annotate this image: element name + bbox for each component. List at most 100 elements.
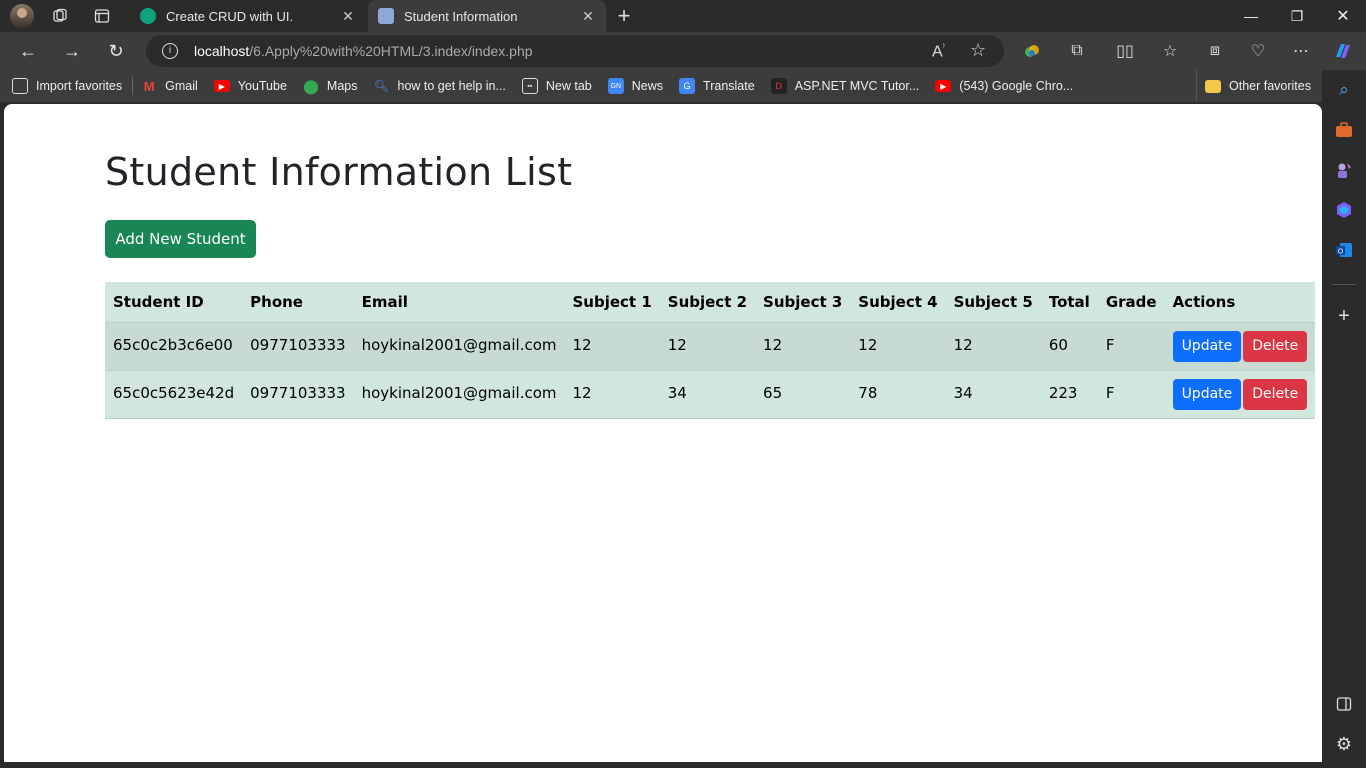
- column-header: Subject 4: [858, 292, 938, 311]
- youtube-icon: ▶: [213, 80, 230, 92]
- subject4-cell: 12: [858, 335, 878, 354]
- favorite-youtube[interactable]: ▶ YouTube: [213, 79, 287, 93]
- favorite-help[interactable]: 🔍︎ how to get help in...: [374, 78, 506, 94]
- url-path: /6.Apply%20with%20HTML/3.index/index.php: [249, 43, 533, 59]
- delete-button[interactable]: Delete: [1243, 330, 1308, 362]
- tab-title: Create CRUD with UI.: [166, 8, 294, 24]
- add-new-student-button[interactable]: Add New Student: [105, 220, 256, 258]
- info-icon[interactable]: i: [162, 43, 178, 59]
- title-bar: Create CRUD with UI. ✕ Student Informati…: [0, 0, 1366, 32]
- delete-button[interactable]: Delete: [1243, 378, 1308, 410]
- favorite-label: ASP.NET MVC Tutor...: [794, 79, 920, 93]
- tools-icon[interactable]: [1334, 120, 1354, 140]
- tab-create-crud[interactable]: Create CRUD with UI. ✕: [130, 2, 366, 30]
- column-header: Subject 3: [763, 292, 843, 311]
- add-icon[interactable]: +: [1334, 305, 1354, 327]
- page-content: Student Information List Add New Student…: [4, 104, 1322, 762]
- youtube-icon: ▶: [935, 80, 952, 92]
- refresh-button[interactable]: ↻: [104, 39, 128, 63]
- subject3-cell: 12: [763, 335, 783, 354]
- favorite-label: Gmail: [165, 79, 198, 93]
- page-icon: [378, 8, 394, 24]
- maps-icon: ⬤: [303, 77, 319, 94]
- games-icon[interactable]: [1334, 160, 1354, 180]
- forward-button[interactable]: →: [60, 39, 84, 63]
- favorite-gmail[interactable]: M Gmail: [141, 78, 198, 94]
- close-window-button[interactable]: ✕: [1320, 0, 1366, 32]
- favorite-label: New tab: [545, 79, 592, 93]
- search-icon[interactable]: ⌕: [1334, 80, 1354, 100]
- divider: [132, 77, 134, 95]
- column-header: Phone: [250, 292, 303, 311]
- new-tab-button[interactable]: +: [612, 4, 636, 28]
- more-menu-icon[interactable]: ⋯: [1289, 39, 1313, 63]
- favorite-translate[interactable]: G Translate: [679, 78, 755, 94]
- favorites-bar: Import favorites M Gmail ▶ YouTube ⬤ Maps 🔍…: [0, 70, 1322, 102]
- subject1-cell: 12: [572, 335, 592, 354]
- browser-essentials-icon[interactable]: ♡: [1246, 39, 1270, 63]
- grade-cell: F: [1105, 383, 1115, 402]
- close-tab-icon[interactable]: ✕: [340, 8, 356, 25]
- news-icon: GN: [607, 78, 624, 94]
- column-header: Actions: [1172, 292, 1236, 311]
- favorite-star-icon[interactable]: ☆: [970, 40, 986, 61]
- split-screen-icon[interactable]: ▯▯: [1113, 39, 1137, 63]
- read-aloud-icon[interactable]: A⁾: [932, 42, 945, 61]
- favorite-google-chrome-video[interactable]: ▶ (543) Google Chro...: [935, 79, 1073, 93]
- favorite-new-tab[interactable]: ▪▪ New tab: [521, 78, 592, 94]
- restore-button[interactable]: ❐: [1274, 0, 1320, 32]
- outlook-icon[interactable]: O: [1334, 240, 1354, 260]
- tab-title: Student Information: [404, 8, 518, 24]
- search-icon: 🔍︎: [373, 79, 390, 93]
- workspaces-icon[interactable]: [48, 4, 72, 28]
- address-bar[interactable]: i localhost/6.Apply%20with%20HTML/3.inde…: [146, 35, 1004, 67]
- back-button[interactable]: ←: [16, 39, 40, 63]
- favorite-label: YouTube: [237, 79, 287, 93]
- favorite-label: Maps: [326, 79, 358, 93]
- copilot-sidebar-icon[interactable]: [1334, 200, 1354, 220]
- favorite-import[interactable]: Import favorites: [12, 78, 122, 94]
- actions-cell: Update Delete: [1165, 322, 1316, 370]
- student-table: Student ID Phone Email Subject 1 Subject…: [105, 282, 1316, 419]
- subject5-cell: 34: [953, 383, 973, 402]
- hide-sidebar-icon[interactable]: [1334, 694, 1354, 714]
- column-header: Subject 2: [667, 292, 748, 311]
- favorite-maps[interactable]: ⬤ Maps: [303, 77, 358, 94]
- tab-actions-icon[interactable]: [90, 4, 114, 28]
- favorite-label: (543) Google Chro...: [959, 79, 1074, 93]
- column-header: Email: [361, 292, 408, 311]
- subject5-cell: 12: [953, 335, 973, 354]
- favorite-news[interactable]: GN News: [607, 78, 663, 94]
- email-cell: hoykinal2001@gmail.com: [361, 335, 557, 354]
- minimize-button[interactable]: —: [1228, 0, 1274, 32]
- profile-avatar[interactable]: [10, 4, 34, 28]
- column-header: Subject 5: [953, 292, 1033, 311]
- update-button[interactable]: Update: [1172, 330, 1242, 362]
- edge-sidebar: ⌕ O + ⚙: [1322, 70, 1366, 768]
- close-tab-icon[interactable]: ✕: [580, 8, 596, 25]
- other-favorites-label: Other favorites: [1229, 79, 1311, 93]
- favorites-icon[interactable]: ☆: [1158, 39, 1182, 63]
- tab-student-information[interactable]: Student Information ✕: [368, 0, 606, 32]
- gmail-icon: M: [143, 78, 155, 94]
- navigation-bar: ← → ↻ i localhost/6.Apply%20with%20HTML/…: [0, 32, 1366, 70]
- column-header: Subject 1: [572, 292, 652, 311]
- subject3-cell: 65: [763, 383, 783, 402]
- divider: [1332, 284, 1356, 285]
- extension-color-icon[interactable]: [1020, 39, 1044, 63]
- copilot-icon[interactable]: [1331, 39, 1355, 63]
- student-id-cell: 65c0c2b3c6e00: [113, 335, 233, 354]
- total-cell: 223: [1048, 383, 1078, 402]
- translate-icon: G: [679, 78, 696, 94]
- page-title: Student Information List: [105, 150, 573, 194]
- other-favorites[interactable]: Other favorites: [1196, 70, 1311, 102]
- collections-icon[interactable]: ⧈: [1203, 39, 1227, 63]
- gear-icon[interactable]: ⚙: [1334, 734, 1354, 754]
- table-header-row: Student ID Phone Email Subject 1 Subject…: [105, 282, 1316, 322]
- favorite-label: how to get help in...: [397, 79, 506, 93]
- update-button[interactable]: Update: [1172, 378, 1242, 410]
- extensions-icon[interactable]: ⧉: [1065, 39, 1089, 63]
- favorite-label: Import favorites: [36, 79, 123, 93]
- column-header: Student ID: [113, 292, 204, 311]
- favorite-aspnet[interactable]: D ASP.NET MVC Tutor...: [770, 78, 920, 94]
